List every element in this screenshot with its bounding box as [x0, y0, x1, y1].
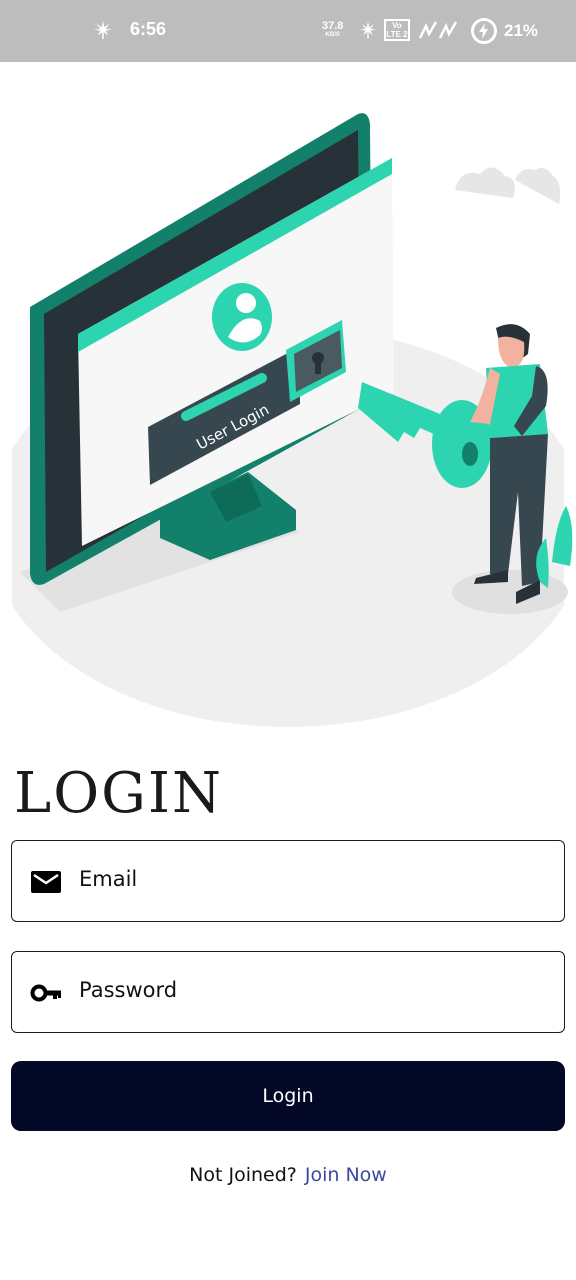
network-speed: 37.8 KB/S: [322, 20, 344, 39]
password-placeholder: Password: [79, 978, 178, 1002]
login-button[interactable]: Login: [11, 1061, 565, 1131]
page-title: LOGIN: [14, 761, 223, 826]
volte-icon: Vo LTE 2: [384, 19, 410, 41]
battery-charging-icon: [471, 18, 497, 44]
not-joined-text: Not Joined?: [189, 1164, 297, 1186]
join-now-link[interactable]: Join Now: [305, 1164, 387, 1186]
mail-icon: [31, 871, 61, 893]
join-row: Not Joined? Join Now: [0, 1164, 576, 1186]
key-icon: [30, 984, 61, 1002]
status-time: 6:56: [130, 19, 167, 39]
status-bar: 6:56 37.8 KB/S Vo LTE 2 21%: [0, 0, 576, 62]
email-field[interactable]: Email: [11, 840, 565, 922]
password-field[interactable]: Password: [11, 951, 565, 1033]
cannabis-leaf-icon: [93, 20, 113, 40]
battery-percent: 21%: [504, 21, 539, 40]
cloud-shape: [455, 167, 515, 198]
login-illustration: User Login: [0, 113, 576, 742]
cannabis-leaf-icon: [359, 21, 377, 39]
signal-icon: [418, 21, 458, 39]
email-placeholder: Email: [79, 867, 138, 891]
cloud-shape: [515, 168, 561, 204]
